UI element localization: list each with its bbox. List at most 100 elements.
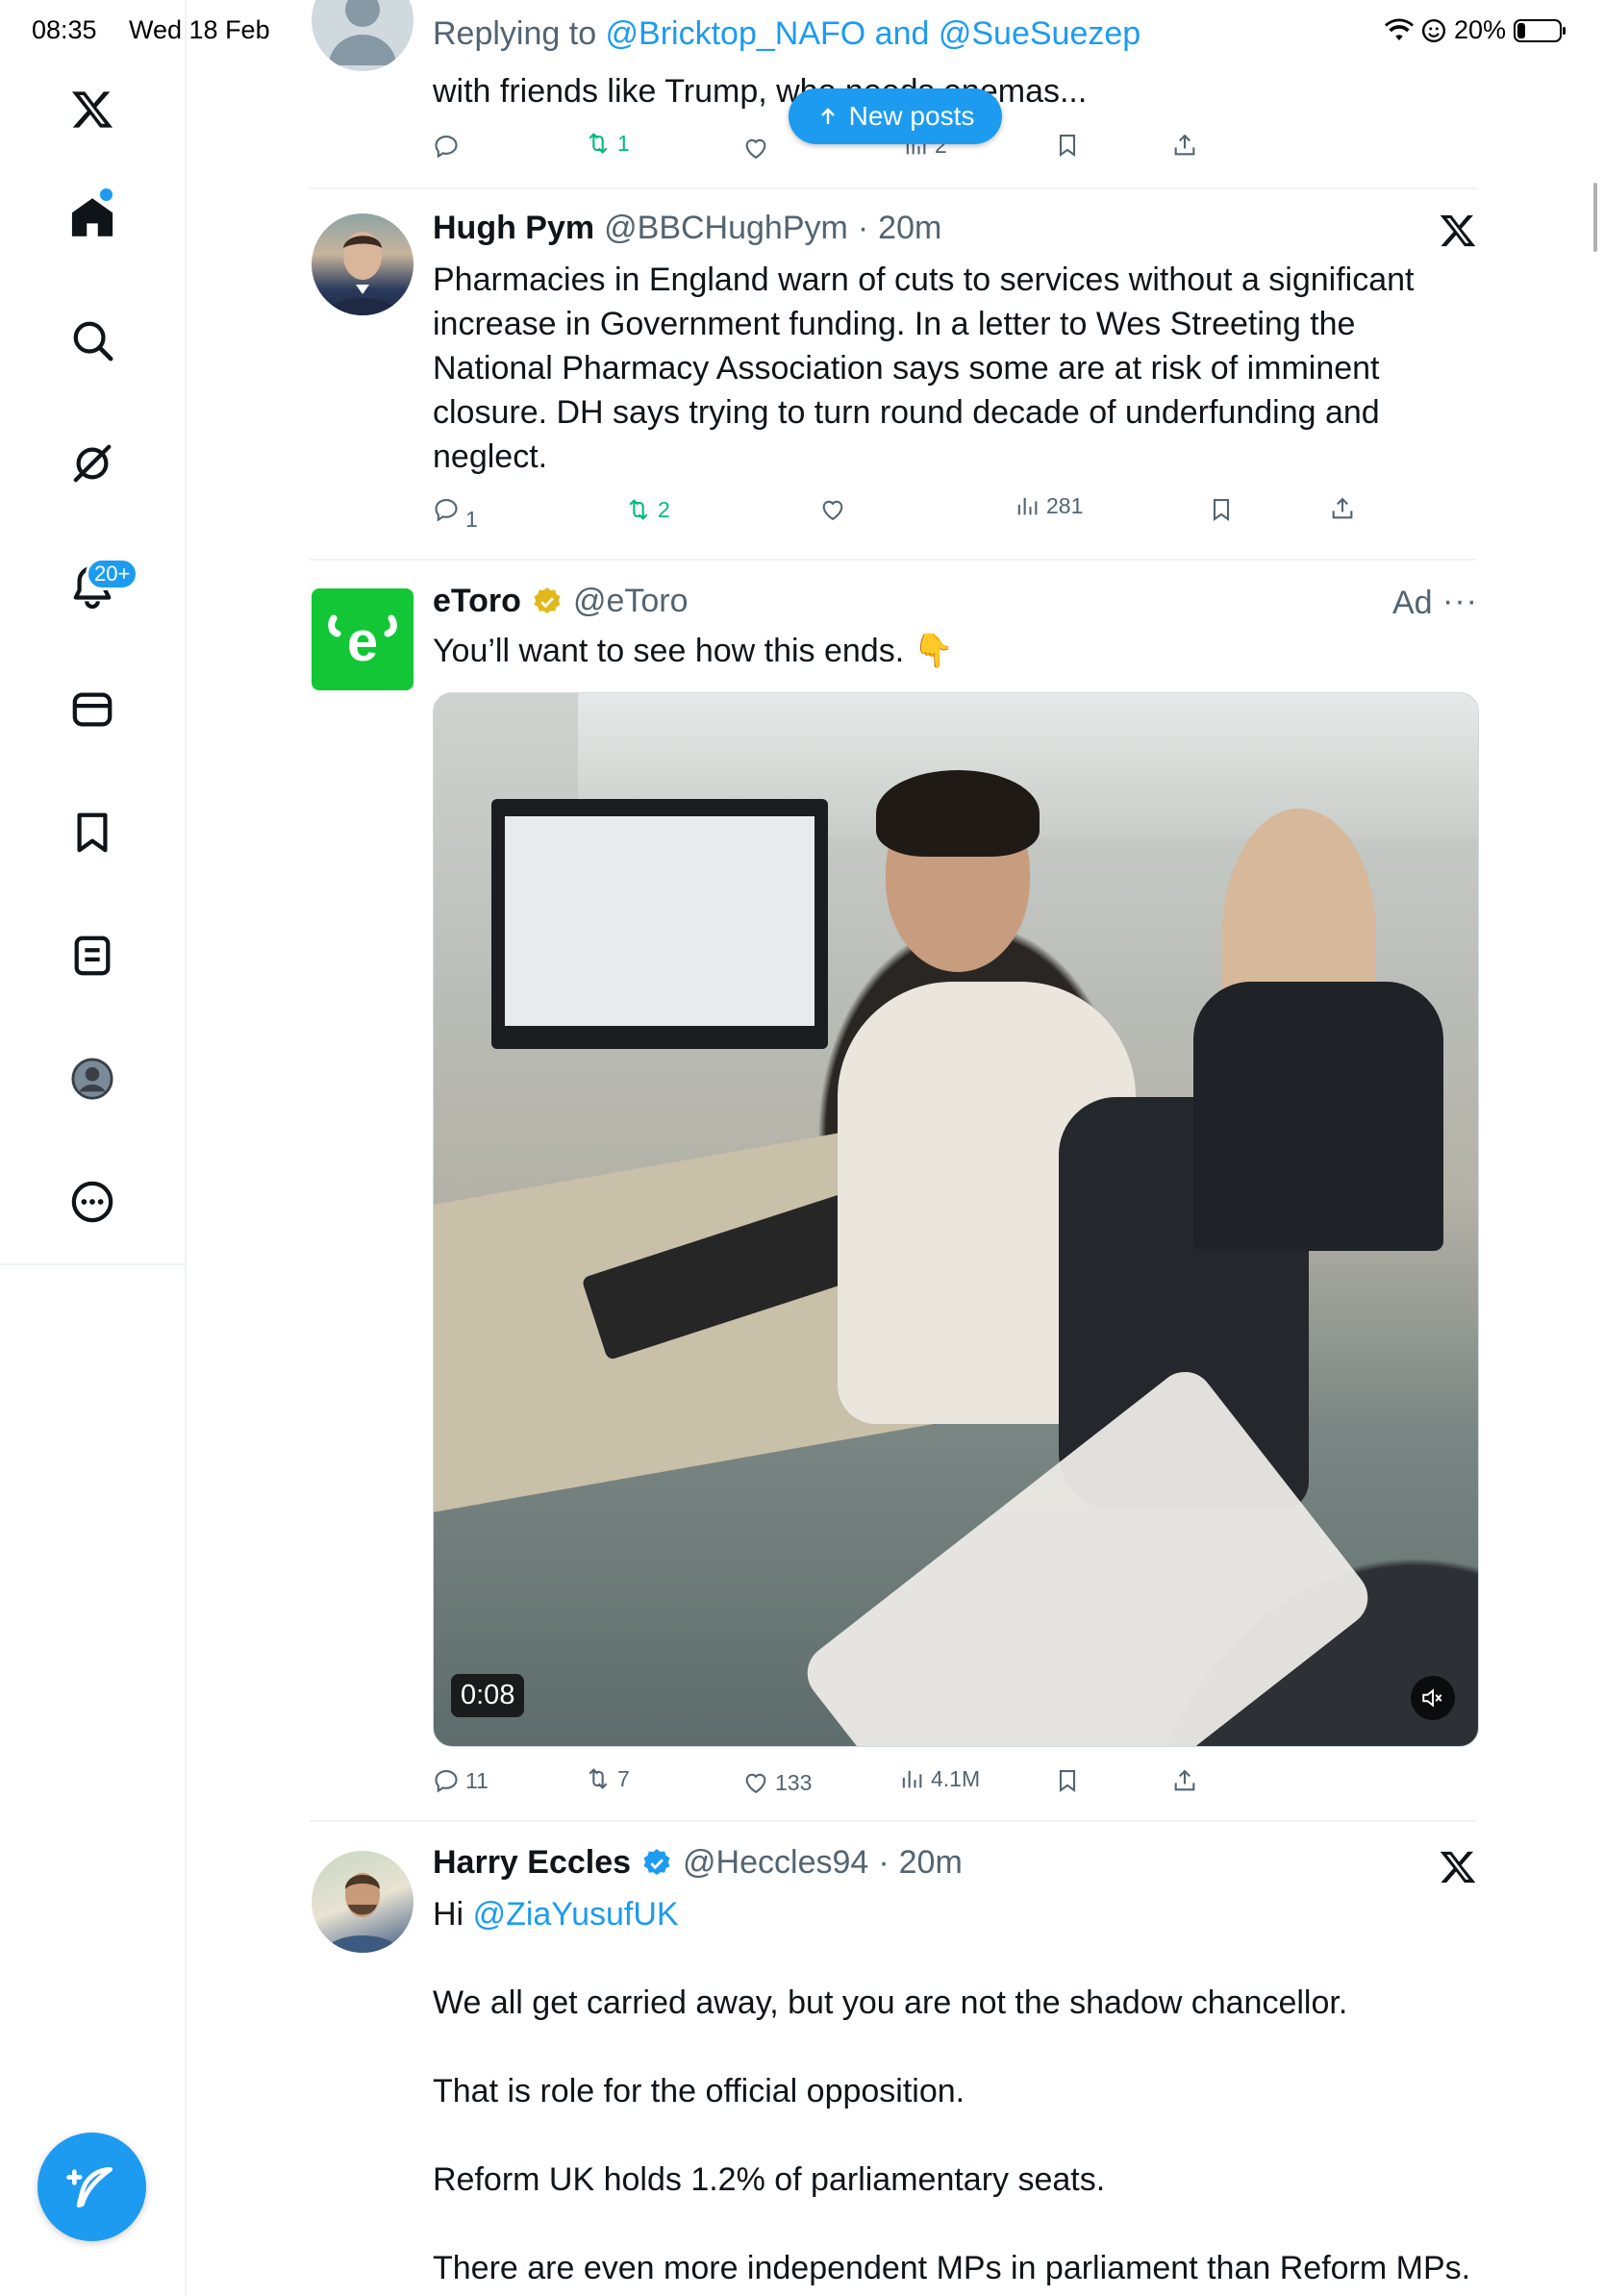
share-icon [1332, 497, 1353, 519]
compose-feather-icon [65, 2166, 113, 2208]
video-timestamp: 0:08 [451, 1674, 525, 1717]
retweet-icon [629, 499, 648, 520]
tweet-4-paragraph-3: Reform UK holds 1.2% of parliamentary se… [433, 2161, 1106, 2198]
tweet-2-like-button[interactable] [819, 496, 846, 523]
tweet-2-retweet-count: 2 [658, 496, 670, 522]
tweet-divider [310, 187, 1477, 189]
tweet-4-greeting: Hi @ZiaYusufUK [433, 1892, 679, 1936]
tweet-2-avatar[interactable] [312, 213, 414, 315]
tweet-2-view-count: 281 [1046, 492, 1084, 518]
scrollbar-thumb[interactable] [1593, 183, 1597, 252]
more-options-icon[interactable] [67, 1177, 117, 1227]
tweet-3-retweet-count: 7 [617, 1765, 630, 1791]
tweet-2-time: 20m [878, 210, 942, 246]
tweet-4-author-name[interactable]: Harry Eccles [433, 1844, 631, 1882]
battery-icon [1514, 18, 1566, 42]
tweet-2-retweet-button[interactable]: 2 [625, 496, 670, 523]
messages-icon[interactable] [67, 685, 117, 735]
tweet-1-share-button[interactable] [1171, 132, 1198, 159]
bookmark-icon [1059, 135, 1076, 157]
tweet-3-bookmark-button[interactable] [1054, 1767, 1081, 1794]
tweet-3-like-button[interactable]: 133 [742, 1769, 812, 1796]
verified-blue-badge-icon [643, 1848, 670, 1875]
tweet-1-reply-button[interactable] [433, 133, 460, 160]
monitor [491, 799, 828, 1049]
sidebar-divider [185, 0, 187, 2296]
status-date: Wed 18 Feb [129, 15, 270, 44]
etoro-bull-logo-icon: e [328, 611, 397, 673]
tweet-2-share-button[interactable] [1329, 495, 1356, 522]
heart-icon [822, 500, 843, 521]
tweet-4-x-logo-icon[interactable] [1439, 1848, 1477, 1891]
tweet-3-author-handle[interactable]: @eToro [573, 583, 689, 620]
tweet-1-like-button[interactable] [742, 135, 769, 162]
status-indicators: 20% [1385, 15, 1567, 45]
tweet-2-reply-button[interactable]: 1 [433, 496, 478, 532]
profile-avatar-icon[interactable] [67, 1054, 117, 1104]
bookmarks-icon[interactable] [67, 808, 117, 858]
share-icon [1174, 1769, 1195, 1791]
bookmark-icon [1213, 499, 1230, 521]
heart-icon [745, 138, 766, 160]
separator-dot: · [878, 1844, 890, 1881]
share-icon [1174, 134, 1195, 156]
tweet-2-x-logo-icon[interactable] [1439, 212, 1477, 255]
tweet-3-views-button[interactable]: 4.1M [898, 1765, 980, 1792]
retweet-icon [589, 133, 608, 154]
tweet-4-avatar[interactable] [312, 1851, 414, 1953]
svg-text:e: e [347, 611, 378, 673]
retweet-icon [589, 1768, 608, 1789]
mention-link[interactable]: @ZiaYusufUK [473, 1896, 679, 1933]
heart-icon [745, 1773, 766, 1794]
tweet-4-time: 20m [898, 1844, 963, 1881]
lists-icon[interactable] [67, 931, 117, 981]
tweet-2-text: Pharmacies in England warn of cuts to se… [433, 262, 1415, 475]
tweet-3-retweet-button[interactable]: 7 [585, 1765, 630, 1792]
tweet-4-author-handle[interactable]: @Heccles94 [683, 1844, 868, 1882]
tweet-3-like-count: 133 [775, 1769, 813, 1795]
tweet-1-retweet-count: 1 [617, 130, 630, 156]
status-time: 08:35 [32, 15, 97, 44]
tweet-2-author-name[interactable]: Hugh Pym [433, 210, 594, 247]
grok-icon[interactable] [67, 438, 117, 488]
arrow-up-icon [820, 108, 835, 124]
tweet-2-reply-count: 1 [465, 506, 478, 532]
focus-mode-icon [1421, 18, 1446, 42]
tweet-3-reply-button[interactable]: 11 [433, 1767, 489, 1794]
notifications-badge: 20+ [86, 558, 139, 590]
tweet-3-share-button[interactable] [1171, 1767, 1198, 1794]
etoro-logo[interactable]: e [312, 588, 414, 690]
sidebar-bottom-divider [0, 1263, 185, 1265]
tweet-2-author-handle[interactable]: @BBCHughPym [604, 210, 848, 247]
muted-speaker-icon [1422, 1688, 1442, 1708]
tweet-1-retweet-button[interactable]: 1 [585, 130, 630, 157]
mute-button[interactable] [1411, 1676, 1455, 1720]
tweet-3-more-icon[interactable]: ··· [1442, 583, 1478, 620]
tweet-2-views-button[interactable]: 281 [1014, 492, 1083, 519]
new-posts-pill[interactable]: New posts [789, 88, 1002, 144]
tweet-1-bookmark-button[interactable] [1054, 132, 1081, 159]
tweet-1-avatar[interactable] [312, 0, 414, 71]
tweet-4-paragraph-4: There are even more independent MPs in p… [433, 2250, 1471, 2286]
separator-dot: · [857, 210, 869, 246]
monitor-screen [505, 816, 815, 1026]
search-icon[interactable] [67, 315, 117, 365]
wifi-icon [1385, 18, 1414, 40]
tweet-divider [310, 559, 1477, 561]
new-posts-label: New posts [848, 101, 975, 131]
tweet-3-reply-count: 11 [465, 1767, 489, 1793]
ad-label: Ad [1392, 585, 1433, 621]
battery-percent: 20% [1454, 15, 1507, 44]
views-icon [902, 1770, 922, 1788]
reply-icon [435, 136, 458, 159]
ad-video[interactable]: 0:08 [433, 692, 1479, 1747]
replying-to-handles[interactable]: @Bricktop_NAFO and @SueSuezep [606, 15, 1141, 52]
tweet-2-bookmark-button[interactable] [1208, 496, 1235, 523]
x-logo-icon[interactable] [67, 85, 117, 135]
tweet-3-author-name[interactable]: eToro [433, 583, 521, 620]
background-chair [1193, 982, 1443, 1251]
tweet-3-view-count: 4.1M [931, 1765, 981, 1791]
reply-icon [435, 1770, 458, 1793]
compose-post-button[interactable] [38, 2133, 146, 2241]
verified-gold-badge-icon [534, 586, 561, 613]
